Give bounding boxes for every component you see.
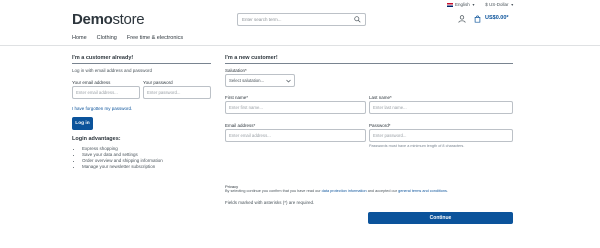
cart-total[interactable]: US$0.00* (485, 15, 509, 21)
email-field[interactable]: Enter email address... (225, 129, 366, 142)
search-icon[interactable] (354, 16, 361, 23)
login-password-field[interactable]: Enter password... (143, 86, 211, 99)
login-intro: Log in with email address and password (72, 68, 153, 73)
data-protection-link[interactable]: data protection information (322, 189, 367, 193)
salutation-select[interactable]: Select salutation... (225, 74, 295, 87)
first-name-placeholder: Enter first name... (229, 105, 263, 110)
account-icon[interactable] (458, 15, 466, 23)
privacy-text-part: and accepted our (366, 189, 399, 193)
chevron-down-icon: ▼ (471, 2, 476, 7)
privacy-text-part: By selecting continue you confirm that y… (225, 189, 322, 193)
privacy-text: By selecting continue you confirm that y… (225, 189, 448, 193)
language-switcher[interactable]: English ▼ (447, 2, 475, 7)
password-hint: Passwords must have a minimum length of … (369, 144, 465, 148)
email-placeholder: Enter email address... (229, 133, 271, 138)
login-advantages-title: Login advantages: (72, 136, 121, 142)
continue-button[interactable]: Continue (368, 212, 513, 224)
chevron-down-icon (286, 79, 291, 82)
forgot-password-link[interactable]: I have forgotten my password. (72, 106, 132, 111)
login-title: I'm a customer already! (72, 55, 134, 61)
nav-item-clothing[interactable]: Clothing (97, 35, 117, 41)
salutation-value: Select salutation... (229, 78, 265, 83)
login-advantages-list: Express shopping Save your data and sett… (78, 146, 163, 170)
list-item: Manage your newsletter subscription (82, 164, 163, 170)
login-email-placeholder: Enter email address... (76, 90, 118, 95)
currency-switcher[interactable]: $ US-Dollar ▼ (485, 2, 514, 7)
login-divider (72, 63, 211, 64)
search-placeholder: Enter search term... (242, 17, 282, 22)
first-name-label: First name* (225, 95, 249, 100)
register-divider (225, 63, 513, 64)
last-name-placeholder: Enter last name... (373, 105, 407, 110)
email-label: Email address* (225, 123, 256, 128)
main-navigation: Home Clothing Free time & electronics (72, 35, 183, 41)
logo-bold: Demo (72, 11, 113, 28)
language-label: English (455, 2, 470, 7)
cart-icon[interactable] (473, 15, 482, 23)
currency-label: $ US-Dollar (485, 2, 509, 7)
terms-link[interactable]: general terms and conditions (398, 189, 447, 193)
register-title: I'm a new customer! (225, 55, 278, 61)
store-logo[interactable]: Demostore (72, 11, 145, 28)
login-password-label: Your password (143, 80, 173, 85)
topbar: English ▼ $ US-Dollar ▼ (447, 2, 514, 7)
search-input[interactable]: Enter search term... (237, 13, 366, 26)
nav-item-home[interactable]: Home (72, 35, 87, 41)
nav-divider (0, 45, 600, 46)
chevron-down-icon: ▼ (510, 2, 514, 7)
required-note: Fields marked with asterisks (*) are req… (225, 200, 315, 205)
login-email-field[interactable]: Enter email address... (72, 86, 140, 99)
last-name-field[interactable]: Enter last name... (369, 101, 513, 114)
logo-light: store (112, 11, 145, 28)
password-field[interactable]: Enter password... (369, 129, 513, 142)
last-name-label: Last name* (369, 95, 392, 100)
privacy-text-part: . (446, 189, 448, 193)
login-password-placeholder: Enter password... (147, 90, 181, 95)
uk-flag-icon (447, 2, 454, 7)
login-email-label: Your email address (72, 80, 111, 85)
password-placeholder: Enter password... (373, 133, 407, 138)
login-button[interactable]: Log in (72, 117, 93, 130)
nav-item-free-time-electronics[interactable]: Free time & electronics (127, 35, 183, 41)
first-name-field[interactable]: Enter first name... (225, 101, 366, 114)
password-label: Password* (369, 123, 391, 128)
salutation-label: Salutation* (225, 68, 247, 73)
